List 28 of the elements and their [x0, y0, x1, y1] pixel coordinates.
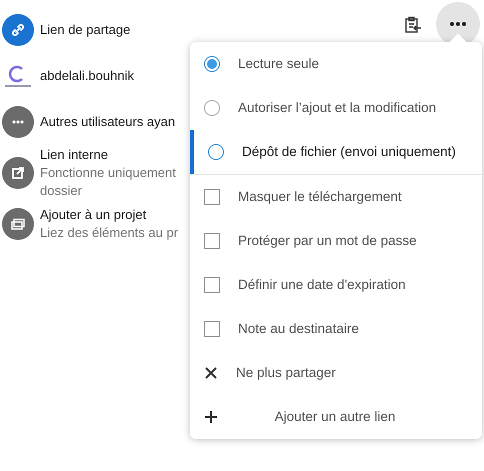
checkbox-option[interactable]: Note au destinataire — [190, 307, 482, 351]
checkbox[interactable] — [204, 189, 220, 205]
checkbox[interactable] — [204, 321, 220, 337]
entry-title: Lien interne — [40, 146, 109, 164]
checkbox-option[interactable]: Protéger par un mot de passe — [190, 219, 482, 263]
checkbox[interactable] — [204, 277, 220, 293]
radio-button[interactable] — [204, 56, 220, 72]
entry-title: Autres utilisateurs ayan — [40, 113, 176, 131]
entry-description: dossier — [40, 182, 83, 200]
entry-title: Ajouter à un projet — [40, 206, 148, 224]
checkbox[interactable] — [204, 233, 220, 249]
plus-icon — [204, 410, 218, 424]
checkbox-option[interactable]: Définir une date d'expiration — [190, 263, 482, 307]
entry-title: abdelali.bouhnik — [40, 67, 134, 85]
radio-button[interactable] — [208, 144, 224, 160]
unshare-option[interactable]: Ne plus partager — [190, 351, 482, 395]
radio-option[interactable]: Autoriser l’ajout et la modification — [190, 86, 482, 130]
entry-title: Lien de partage — [40, 21, 130, 39]
radio-option[interactable]: Lecture seule — [190, 42, 482, 86]
radio-button[interactable] — [204, 100, 220, 116]
add-link-option[interactable]: Ajouter un autre lien — [190, 395, 482, 439]
entry-description: Fonctionne uniquement — [40, 164, 176, 182]
entry-description: Liez des éléments au pr — [40, 224, 178, 242]
radio-option[interactable]: Dépôt de fichier (envoi uniquement) — [190, 130, 482, 174]
checkbox-option[interactable]: Masquer le téléchargement — [190, 175, 482, 219]
more-icon — [450, 22, 466, 26]
clipboard-icon[interactable] — [404, 16, 422, 34]
close-icon — [204, 366, 218, 380]
